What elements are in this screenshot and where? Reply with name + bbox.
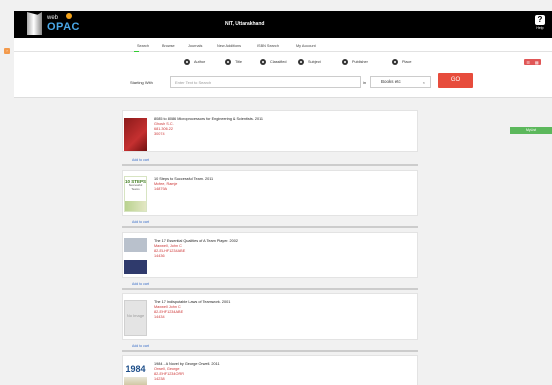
radio-icon (298, 59, 304, 65)
book-cover-10-steps[interactable]: 10 STEPS Successful Teams (124, 176, 147, 212)
cover-subtitle-text: Successful Teams (128, 183, 143, 191)
result-card: 10 STEPS Successful Teams 10 Steps to Su… (122, 170, 418, 216)
result-divider (122, 226, 418, 228)
grid-view-icon: ▦ (534, 59, 539, 65)
result-divider (122, 164, 418, 166)
cover-art (124, 260, 147, 274)
list-view-icon: ☰ (526, 59, 530, 65)
radio-publisher[interactable]: Publisher (342, 59, 368, 65)
starting-with-label: Starting With (130, 80, 153, 85)
nav-new-additions[interactable]: New Additions (217, 44, 241, 48)
view-toggle-button[interactable]: ☰ ▦ (524, 59, 541, 65)
search-input[interactable] (170, 76, 361, 88)
radio-icon (342, 59, 348, 65)
result-acc: 30074 (154, 132, 165, 136)
close-icon: × (422, 80, 425, 85)
result-info: 1984 - A Novel by George Orwell. 2011 Or… (154, 362, 220, 382)
cover-title-text: 1984 (125, 364, 146, 374)
cover-art (124, 377, 147, 385)
radio-subject[interactable]: Subject (298, 59, 321, 65)
webopac-logo[interactable]: web OPAC (14, 11, 80, 38)
radio-place[interactable]: Place (392, 59, 412, 65)
main-nav: Search Browse Journals New Additions ISB… (14, 38, 552, 52)
nav-my-account[interactable]: My Account (296, 44, 316, 48)
nav-isbn-search[interactable]: ISBN Search (257, 44, 279, 48)
cover-art (125, 201, 146, 211)
help-icon: ? (535, 15, 545, 25)
result-info: The 17 Indisputable Laws of Teamwork. 20… (154, 300, 230, 320)
nav-journals[interactable]: Journals (188, 44, 202, 48)
result-card: 8085 to 8086 Microprocessors for Enginee… (122, 110, 418, 152)
result-info: 8085 to 8086 Microprocessors for Enginee… (154, 117, 263, 137)
cover-art (124, 238, 147, 252)
scope-select-value: Books etc (381, 79, 401, 84)
side-toggle-icon[interactable]: › (4, 48, 10, 54)
help-label: Help (536, 26, 544, 30)
result-card: 1984 1984 - A Novel by George Orwell. 20… (122, 355, 418, 385)
nav-search[interactable]: Search (137, 44, 149, 48)
scope-select[interactable]: Books etc × (370, 76, 431, 88)
result-acc: 14436 (154, 254, 165, 258)
result-card: The 17 Essential Qualities of A Team Pla… (122, 232, 418, 278)
go-button[interactable]: GO (438, 73, 473, 88)
result-acc: 14238 (154, 377, 165, 381)
result-acc: 14434 (154, 315, 165, 319)
result-info: 10 Steps to Successful Team. 2011 Mcfee,… (154, 177, 213, 192)
logo-dot-icon (66, 13, 72, 19)
add-to-cart-link[interactable]: Add to cart (132, 344, 149, 348)
book-cover-17-essential[interactable] (124, 238, 147, 274)
radio-title[interactable]: Title (225, 59, 242, 65)
mylist-button[interactable]: MyList (510, 127, 552, 134)
result-info: The 17 Essential Qualities of A Team Pla… (154, 239, 238, 259)
book-logo-icon (27, 12, 42, 35)
radio-author[interactable]: Author (184, 59, 205, 65)
logo-opac-text: OPAC (47, 21, 80, 33)
radio-classified[interactable]: Classified (260, 59, 286, 65)
radio-icon (225, 59, 231, 65)
book-cover-1984[interactable]: 1984 (124, 361, 147, 385)
add-to-cart-link[interactable]: Add to cart (132, 158, 149, 162)
result-divider (122, 350, 418, 352)
result-card: No Image The 17 Indisputable Laws of Tea… (122, 293, 418, 340)
nav-browse[interactable]: Browse (162, 44, 175, 48)
radio-icon (392, 59, 398, 65)
top-header: web OPAC NIT, Uttarakhand ? Help (14, 11, 552, 38)
add-to-cart-link[interactable]: Add to cart (132, 282, 149, 286)
book-cover-red[interactable] (124, 118, 147, 151)
radio-icon (260, 59, 266, 65)
result-acc: 14879A (154, 187, 168, 191)
result-divider (122, 288, 418, 290)
in-label: in (363, 80, 367, 85)
institution-name: NIT, Uttarakhand (225, 21, 265, 27)
radio-icon (184, 59, 190, 65)
search-options-panel: Author Title Classified Subject Publishe… (14, 52, 552, 98)
no-image-placeholder[interactable]: No Image (124, 300, 147, 336)
help-button[interactable]: ? Help (534, 15, 546, 30)
add-to-cart-link[interactable]: Add to cart (132, 220, 149, 224)
